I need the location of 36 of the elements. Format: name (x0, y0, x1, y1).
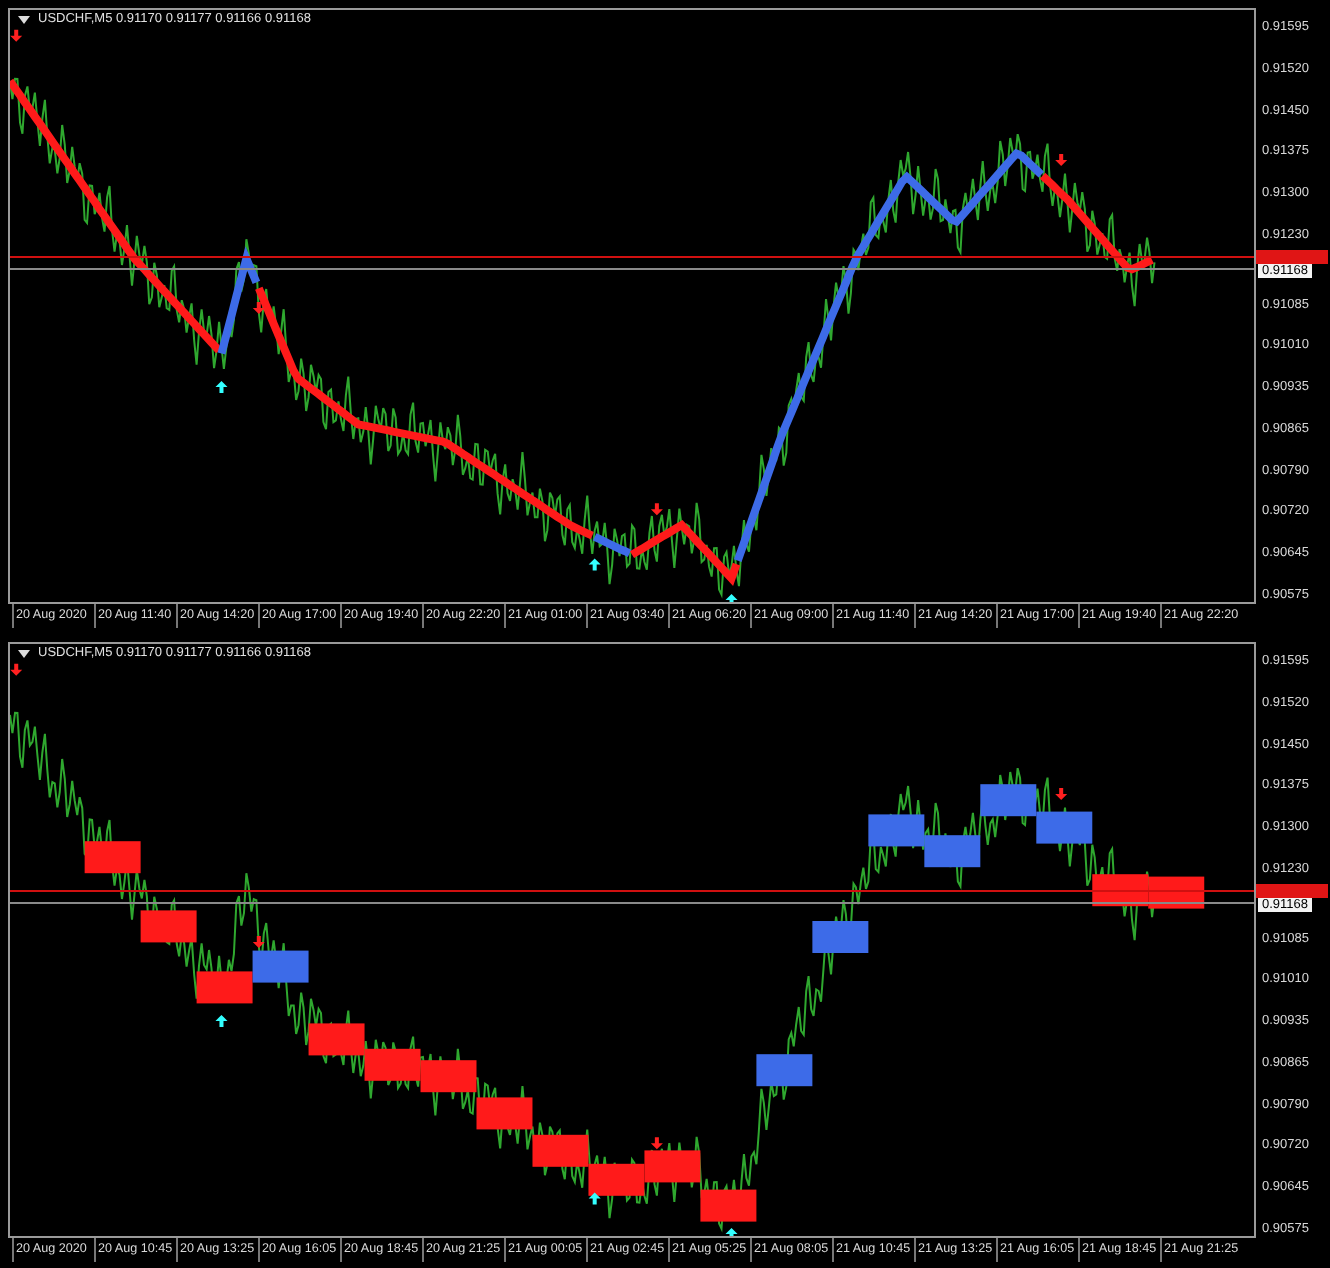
down-arrow-icon (10, 29, 23, 42)
indicator-block (420, 1060, 477, 1093)
up-arrow-icon (725, 1228, 738, 1236)
indicator-block (980, 784, 1037, 817)
up-arrow-icon (215, 380, 228, 393)
indicator-block (924, 835, 981, 868)
indicator-block (644, 1150, 701, 1183)
down-arrow-icon (252, 936, 265, 948)
indicator-block (140, 910, 197, 943)
indicator-block (476, 1097, 533, 1130)
indicator-block (756, 1054, 813, 1087)
down-arrow-icon (10, 663, 23, 676)
down-arrow-icon (650, 503, 663, 516)
dropdown-icon[interactable] (18, 16, 30, 24)
indicator-block (252, 950, 309, 983)
indicator-block (1036, 811, 1093, 844)
dropdown-icon[interactable] (18, 650, 30, 658)
indicator-block (532, 1134, 589, 1167)
indicator-block (868, 814, 925, 847)
up-arrow-icon (725, 594, 738, 602)
indicator-block (196, 971, 253, 1004)
down-arrow-icon (650, 1137, 663, 1150)
down-arrow-icon (1055, 788, 1068, 800)
indicator-block (700, 1189, 757, 1222)
indicator-block (812, 921, 869, 953)
indicator-block (308, 1023, 365, 1056)
indicator-block (364, 1048, 421, 1081)
down-arrow-icon (252, 302, 265, 314)
indicator-block (84, 841, 141, 874)
up-arrow-icon (588, 1192, 601, 1205)
price-tag (1256, 883, 1328, 898)
up-arrow-icon (588, 558, 601, 571)
up-arrow-icon (215, 1014, 228, 1027)
indicator-block (588, 1163, 645, 1196)
price-tag (1256, 249, 1328, 264)
down-arrow-icon (1055, 154, 1068, 166)
